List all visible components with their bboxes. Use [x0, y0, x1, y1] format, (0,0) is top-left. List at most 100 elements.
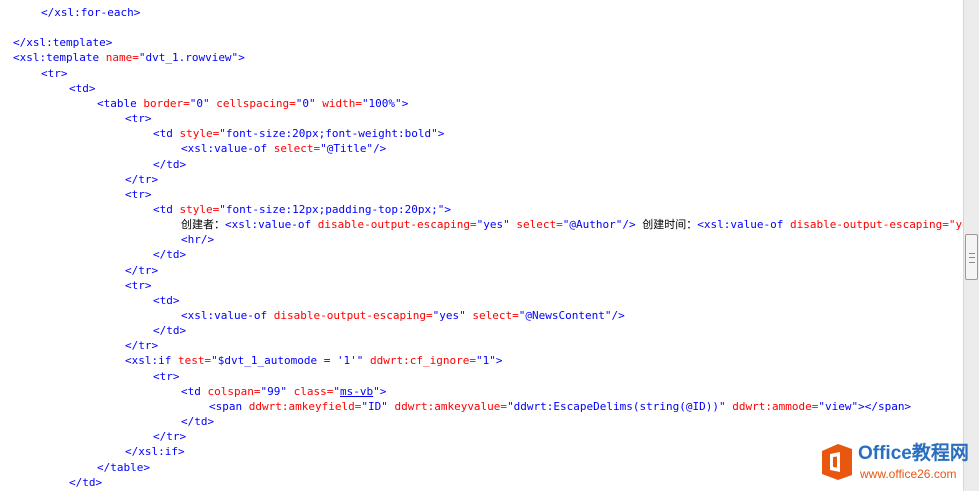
office-logo-icon	[822, 444, 852, 480]
code-token: <tr>	[125, 112, 152, 126]
code-token: 创建时间：	[635, 218, 698, 232]
code-token: </td>	[153, 157, 187, 171]
code-token: <xsl:value-of	[181, 142, 268, 156]
code-line: </tr>	[125, 338, 158, 353]
code-token: "font-size:20px;font-weight:bold"	[219, 127, 438, 141]
code-token: </tr>	[125, 339, 159, 353]
code-token: />	[611, 309, 625, 322]
code-token: >	[437, 127, 445, 141]
code-line: <xsl:if test="$dvt_1_automode = '1'" ddw…	[125, 353, 503, 368]
code-token: disable-output-escaping=	[267, 309, 433, 322]
code-token: "	[333, 384, 340, 398]
code-token: ddwrt:amkeyvalue=	[387, 399, 508, 413]
code-token: disable-output-escaping=	[311, 218, 477, 232]
code-line: <tr>	[125, 111, 152, 126]
code-line: <td style="font-size:20px;font-weight:bo…	[153, 126, 444, 141]
code-token: </td>	[153, 248, 187, 262]
code-line: </tr>	[153, 429, 186, 444]
code-line: </td>	[153, 247, 186, 262]
code-token: >	[379, 384, 387, 398]
code-line: </td>	[153, 157, 186, 172]
code-token: </xsl:if>	[125, 445, 185, 459]
code-token: />	[622, 218, 636, 232]
code-token: width=	[315, 96, 362, 110]
code-line: </tr>	[125, 172, 158, 187]
code-line: </xsl:for-each>	[41, 5, 140, 20]
code-token: ddwrt:amkeyfield=	[242, 399, 362, 413]
code-token: <td>	[69, 81, 96, 95]
code-token: cellspacing=	[209, 96, 296, 110]
code-line: </tr>	[125, 263, 158, 278]
code-line: <span ddwrt:amkeyfield="ID" ddwrt:amkeyv…	[209, 399, 911, 414]
code-token: <tr>	[153, 369, 180, 383]
code-token: <span	[209, 399, 243, 413]
code-line: </td>	[181, 414, 214, 429]
code-token: ddwrt:cf_ignore=	[363, 354, 477, 368]
watermark-logo: Office教程网 www.office26.com	[812, 440, 976, 488]
code-token: style=	[172, 202, 220, 216]
code-token: >	[495, 354, 503, 368]
code-line: </td>	[153, 323, 186, 338]
code-token: "99"	[260, 384, 287, 398]
code-token: "1"	[476, 354, 496, 368]
code-token: <td	[181, 384, 201, 398]
code-line: <td colspan="99" class="ms-vb">	[181, 384, 386, 399]
code-token: "@Title"	[320, 142, 374, 156]
code-token: </table>	[97, 460, 150, 474]
code-token: />	[373, 142, 387, 156]
code-token: <tr>	[125, 278, 152, 292]
grip-icon	[969, 253, 975, 263]
code-token: "yes"	[476, 218, 510, 232]
code-token: <xsl:template	[13, 51, 100, 65]
code-line: </xsl:template>	[13, 35, 112, 50]
code-token: </tr>	[125, 263, 159, 277]
code-line: <td style="font-size:12px;padding-top:20…	[153, 202, 451, 217]
code-token: "100%"	[361, 96, 402, 110]
scrollbar-thumb[interactable]	[965, 234, 978, 280]
vertical-scrollbar[interactable]	[963, 0, 979, 491]
code-token: </td>	[181, 415, 215, 429]
code-token: <xsl:value-of	[225, 218, 312, 232]
code-line: <tr>	[41, 66, 68, 81]
code-token: test=	[171, 354, 212, 368]
code-line: <tr>	[125, 278, 152, 293]
code-token: >	[238, 51, 245, 65]
code-token: </xsl:template>	[13, 36, 113, 50]
code-token: "0"	[295, 96, 316, 110]
code-token: ddwrt:ammode=	[725, 399, 819, 413]
code-token: "dvt_1.rowview"	[138, 51, 239, 65]
code-line: <td>	[69, 81, 96, 96]
code-line: </xsl:if>	[125, 444, 185, 459]
code-token: <td>	[153, 293, 180, 307]
code-token: >	[444, 202, 452, 216]
code-editor[interactable]: </xsl:for-each> </xsl:template> <xsl:templ…	[0, 0, 963, 491]
code-line: </table>	[97, 460, 150, 475]
code-token: class=	[286, 384, 334, 398]
code-token: 创建者：	[181, 218, 225, 232]
code-token: "view"	[818, 399, 859, 413]
code-token: "	[373, 384, 380, 398]
code-token: <hr/>	[181, 233, 215, 247]
code-token: border=	[136, 96, 190, 110]
code-token: </td>	[69, 475, 103, 489]
code-token: <table	[97, 96, 137, 110]
code-token: <tr>	[125, 187, 152, 201]
code-token: name=	[99, 51, 139, 65]
code-token: <xsl:value-of	[697, 218, 784, 232]
code-token: "@NewsContent"	[518, 309, 612, 322]
code-token: "font-size:12px;padding-top:20px;"	[219, 202, 445, 216]
code-token: >	[401, 96, 409, 110]
watermark-brand: Office教程网	[858, 443, 969, 464]
code-line: <xsl:value-of disable-output-escaping="y…	[181, 308, 625, 323]
code-token: <xsl:if	[125, 354, 172, 368]
code-line: <hr/>	[181, 232, 214, 247]
code-token: </tr>	[153, 430, 187, 444]
code-line: <tr>	[125, 187, 152, 202]
code-token: style=	[172, 127, 220, 141]
code-token: "0"	[189, 96, 210, 110]
code-token: colspan=	[200, 384, 261, 398]
code-line: <td>	[153, 293, 180, 308]
code-token: select=	[267, 142, 321, 156]
code-token: <td	[153, 127, 173, 141]
code-line: <table border="0" cellspacing="0" width=…	[97, 96, 408, 111]
